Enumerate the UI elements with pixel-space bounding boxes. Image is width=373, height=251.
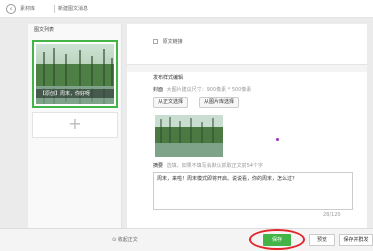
breadcrumb-separator	[54, 5, 55, 13]
summary-textarea[interactable]: 周末，来啦！周末模式即将开启。说说看，你的周末，怎么过？	[153, 172, 353, 210]
save-button[interactable]: 保存	[263, 234, 291, 246]
sidebar-title: 图文列表	[34, 27, 55, 33]
cover-row: 封面 大图片建议尺寸：900像素 * 500像素	[153, 86, 251, 93]
collapse-body-link[interactable]: ⊙ 收起正文	[112, 236, 138, 243]
choose-from-library-button[interactable]: 从图片库选择	[199, 97, 240, 108]
choose-from-body-button[interactable]: 从正文选择	[153, 97, 189, 108]
original-link-row[interactable]: 原文链接	[153, 38, 183, 45]
breadcrumb-current: 新建图文消息	[58, 6, 89, 12]
article-card-selected[interactable]: 【原创】周末，你好呀	[32, 40, 118, 108]
top-bar: ‹ 素材库 新建图文消息	[0, 0, 373, 18]
original-link-checkbox[interactable]	[153, 39, 158, 44]
section-divider	[127, 64, 367, 72]
annotation-dot	[276, 138, 279, 141]
breadcrumb-home[interactable]: 素材库	[20, 5, 35, 12]
add-article-button[interactable]: +	[32, 112, 118, 138]
article-list-sidebar: 图文列表 【原创】周末，你好呀 +	[28, 24, 122, 234]
editor-page: ‹ 素材库 新建图文消息 图文列表 【原创】周末，你好呀 + 原文链接 发布样式…	[0, 0, 373, 251]
preview-button[interactable]: 预览	[309, 234, 335, 246]
original-link-label: 原文链接	[162, 39, 183, 45]
bottom-toolbar: ⊙ 收起正文 保存 预览 保存并群发	[0, 228, 373, 251]
summary-char-count: 28/120	[323, 212, 341, 218]
summary-row: 摘要 选填，如果不填写会默认抓取正文前54个字	[153, 162, 263, 169]
cover-image	[155, 115, 223, 157]
cover-label: 封面	[153, 87, 164, 93]
collapse-body-label: 收起正文	[117, 237, 138, 243]
settings-title: 发布样式编辑	[153, 75, 184, 81]
back-button[interactable]: ‹	[6, 4, 16, 14]
summary-hint: 选填，如果不填写会默认抓取正文前54个字	[166, 163, 263, 169]
article-thumbnail: 【原创】周末，你好呀	[36, 44, 114, 104]
editor-main: 原文链接 发布样式编辑 封面 大图片建议尺寸：900像素 * 500像素 从正文…	[127, 24, 367, 234]
cover-forest-image	[155, 115, 223, 157]
save-and-send-button[interactable]: 保存并群发	[339, 234, 373, 246]
cover-hint: 大图片建议尺寸：900像素 * 500像素	[166, 87, 252, 93]
summary-label: 摘要	[153, 163, 164, 169]
article-caption: 【原创】周末，你好呀	[36, 89, 114, 98]
